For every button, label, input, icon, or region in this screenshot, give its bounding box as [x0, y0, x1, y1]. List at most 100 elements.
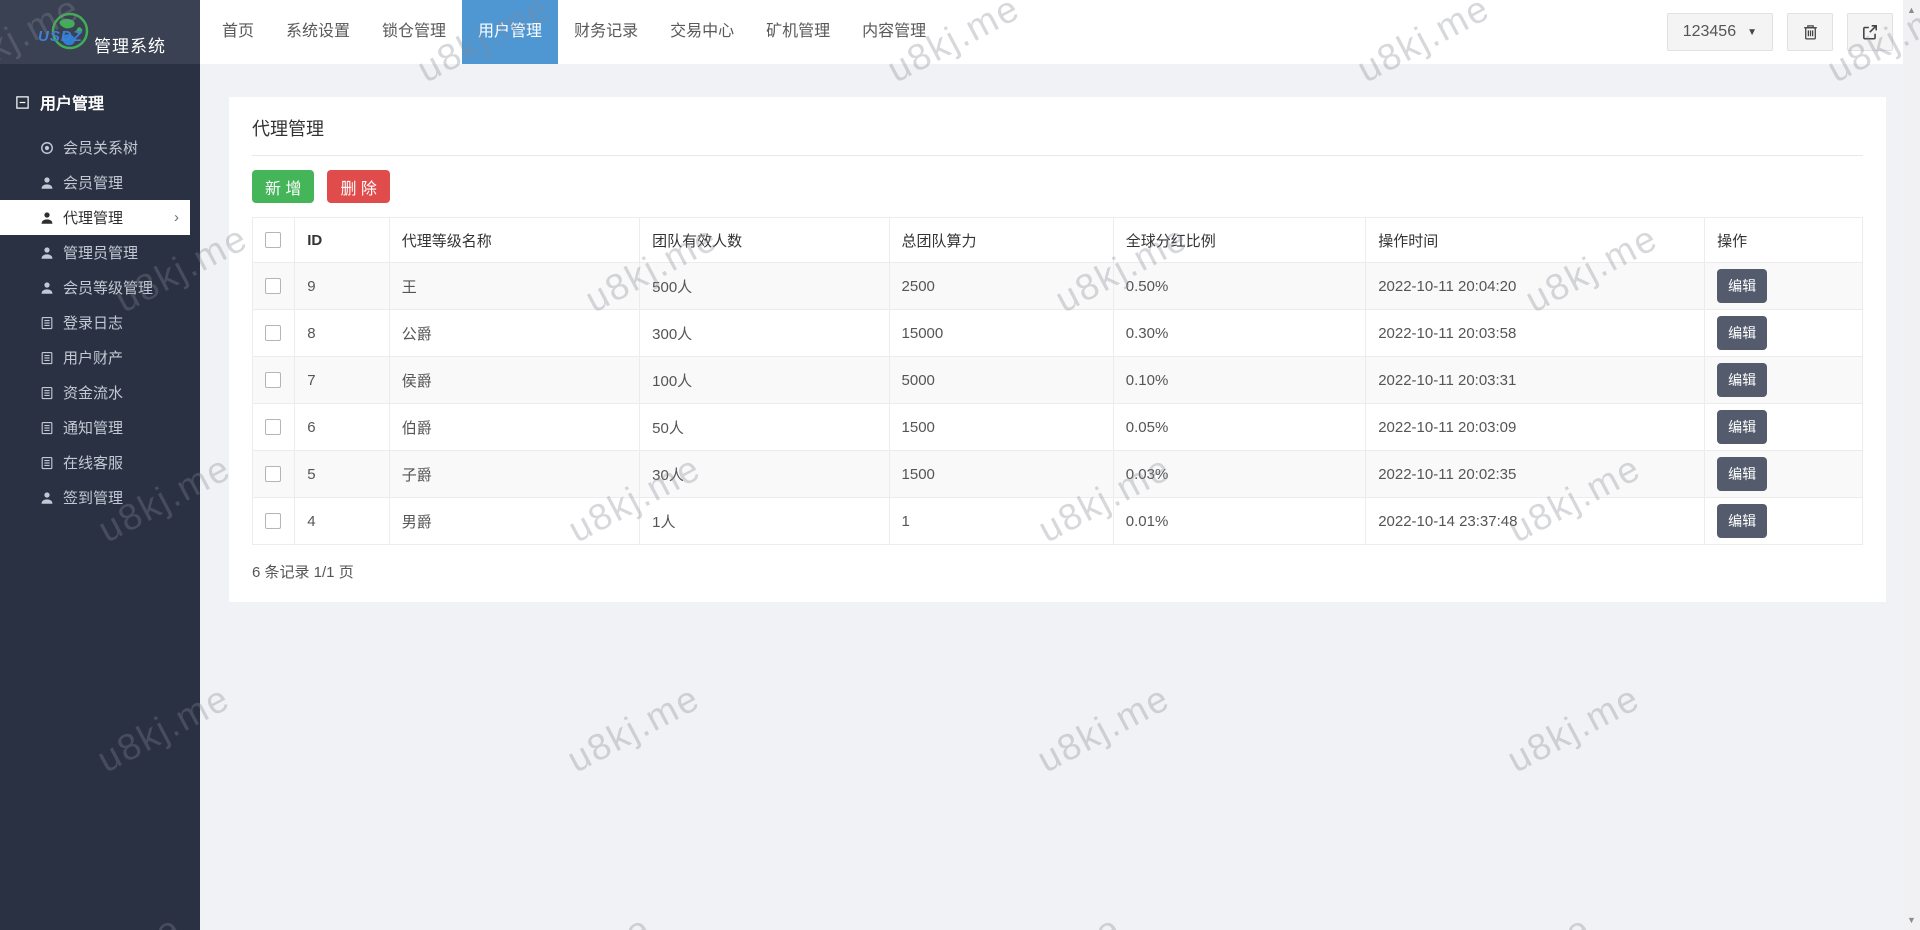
- row-checkbox[interactable]: [265, 419, 281, 435]
- cell-dividend-ratio: 0.30%: [1113, 310, 1365, 357]
- add-button[interactable]: 新 增: [252, 170, 314, 203]
- table-row: 5子爵30人15000.03%2022-10-11 20:02:35编辑: [253, 451, 1863, 498]
- cell-team-count: 100人: [640, 357, 889, 404]
- cell-total-power: 2500: [889, 263, 1113, 310]
- doc-icon: [40, 421, 54, 435]
- cell-operate-time: 2022-10-11 20:04:20: [1366, 263, 1705, 310]
- cell-level-name: 男爵: [389, 498, 639, 545]
- cell-id: 5: [295, 451, 390, 498]
- cell-action: 编辑: [1705, 310, 1863, 357]
- cell-action: 编辑: [1705, 263, 1863, 310]
- nav-tab-4[interactable]: 财务记录: [558, 0, 654, 64]
- nav-tab-3[interactable]: 用户管理: [462, 0, 558, 64]
- doc-icon: [40, 456, 54, 470]
- sidebar-item-label: 资金流水: [63, 382, 123, 403]
- cell-team-count: 30人: [640, 451, 889, 498]
- nav-tab-5[interactable]: 交易中心: [654, 0, 750, 64]
- edit-button[interactable]: 编辑: [1717, 363, 1767, 397]
- sidebar-item-label: 代理管理: [63, 207, 123, 228]
- trash-icon: [1802, 23, 1819, 41]
- cell-level-name: 侯爵: [389, 357, 639, 404]
- target-icon: [40, 141, 54, 155]
- sidebar-item-10[interactable]: 签到管理: [0, 480, 190, 515]
- row-checkbox[interactable]: [265, 466, 281, 482]
- edit-button[interactable]: 编辑: [1717, 410, 1767, 444]
- cell-operate-time: 2022-10-14 23:37:48: [1366, 498, 1705, 545]
- sidebar-item-label: 会员等级管理: [63, 277, 153, 298]
- app-logo: USDZ 管理系统: [0, 0, 200, 64]
- edit-button[interactable]: 编辑: [1717, 504, 1767, 538]
- edit-button[interactable]: 编辑: [1717, 316, 1767, 350]
- user-icon: [40, 246, 54, 260]
- cell-operate-time: 2022-10-11 20:03:31: [1366, 357, 1705, 404]
- table-row: 4男爵1人10.01%2022-10-14 23:37:48编辑: [253, 498, 1863, 545]
- column-header-0: ID: [295, 218, 390, 263]
- delete-button[interactable]: 删 除: [327, 170, 389, 203]
- user-dropdown[interactable]: 123456 ▼: [1667, 13, 1773, 51]
- row-checkbox[interactable]: [265, 278, 281, 294]
- sidebar-item-6[interactable]: 用户财产: [0, 340, 190, 375]
- caret-down-icon: ▼: [1747, 27, 1757, 38]
- cell-id: 9: [295, 263, 390, 310]
- column-header-3: 总团队算力: [889, 218, 1113, 263]
- cell-level-name: 子爵: [389, 451, 639, 498]
- sidebar-item-1[interactable]: 会员管理: [0, 165, 190, 200]
- row-checkbox[interactable]: [265, 372, 281, 388]
- chevron-right-icon: ›: [174, 209, 179, 226]
- sidebar-section-label: 用户管理: [40, 90, 104, 114]
- sidebar-item-label: 签到管理: [63, 487, 123, 508]
- export-button[interactable]: [1847, 13, 1893, 51]
- vertical-scrollbar[interactable]: ▲ ▼: [1903, 0, 1920, 930]
- scroll-up-icon[interactable]: ▲: [1907, 0, 1916, 20]
- sidebar-item-5[interactable]: 登录日志: [0, 305, 190, 340]
- sidebar-item-0[interactable]: 会员关系树: [0, 130, 190, 165]
- user-dropdown-label: 123456: [1683, 23, 1736, 41]
- cell-operate-time: 2022-10-11 20:03:58: [1366, 310, 1705, 357]
- user-icon: [40, 211, 54, 225]
- sidebar-item-8[interactable]: 通知管理: [0, 410, 190, 445]
- logo-title: 管理系统: [94, 32, 166, 57]
- scroll-down-icon[interactable]: ▼: [1907, 910, 1916, 930]
- cell-dividend-ratio: 0.10%: [1113, 357, 1365, 404]
- sidebar-item-label: 用户财产: [63, 347, 123, 368]
- cell-action: 编辑: [1705, 498, 1863, 545]
- nav-tab-0[interactable]: 首页: [206, 0, 270, 64]
- record-count: 6 条记录 1/1 页: [252, 561, 1863, 590]
- nav-tab-1[interactable]: 系统设置: [270, 0, 366, 64]
- sidebar-section-users[interactable]: 用户管理: [0, 64, 200, 130]
- cell-team-count: 500人: [640, 263, 889, 310]
- cell-total-power: 5000: [889, 357, 1113, 404]
- sidebar-item-9[interactable]: 在线客服: [0, 445, 190, 480]
- sidebar-item-2[interactable]: 代理管理 ›: [0, 200, 190, 235]
- cell-dividend-ratio: 0.03%: [1113, 451, 1365, 498]
- cell-team-count: 50人: [640, 404, 889, 451]
- row-checkbox[interactable]: [265, 513, 281, 529]
- logo-text: USDZ: [38, 28, 83, 45]
- sidebar-item-label: 通知管理: [63, 417, 123, 438]
- cell-id: 4: [295, 498, 390, 545]
- row-checkbox[interactable]: [265, 325, 281, 341]
- sidebar-item-7[interactable]: 资金流水: [0, 375, 190, 410]
- doc-icon: [40, 351, 54, 365]
- nav-tab-7[interactable]: 内容管理: [846, 0, 942, 64]
- column-header-5: 操作时间: [1366, 218, 1705, 263]
- column-header-2: 团队有效人数: [640, 218, 889, 263]
- trash-button[interactable]: [1787, 13, 1833, 51]
- row-checkbox: [253, 404, 295, 451]
- cell-team-count: 300人: [640, 310, 889, 357]
- user-icon: [40, 176, 54, 190]
- sidebar-item-4[interactable]: 会员等级管理: [0, 270, 190, 305]
- toolbar: 新 增 删 除: [252, 170, 1863, 203]
- cell-level-name: 公爵: [389, 310, 639, 357]
- nav-tab-6[interactable]: 矿机管理: [750, 0, 846, 64]
- column-header-6: 操作: [1705, 218, 1863, 263]
- cell-action: 编辑: [1705, 357, 1863, 404]
- user-icon: [40, 491, 54, 505]
- select-all-checkbox[interactable]: [265, 232, 281, 248]
- edit-button[interactable]: 编辑: [1717, 457, 1767, 491]
- cell-total-power: 1: [889, 498, 1113, 545]
- sidebar-item-3[interactable]: 管理员管理: [0, 235, 190, 270]
- nav-tab-2[interactable]: 锁仓管理: [366, 0, 462, 64]
- cell-action: 编辑: [1705, 451, 1863, 498]
- edit-button[interactable]: 编辑: [1717, 269, 1767, 303]
